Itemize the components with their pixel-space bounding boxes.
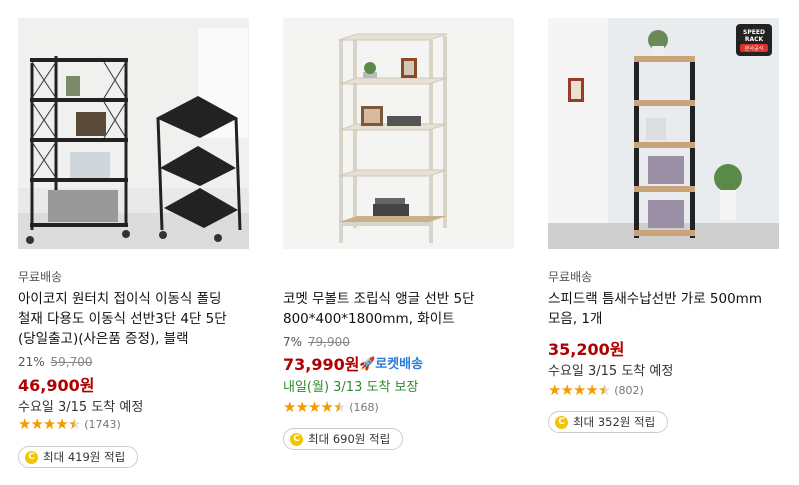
product-card-1[interactable]: 무료배송 아이코지 원터치 접이식 이동식 폴딩 철재 다용도 이동식 선반3단… — [18, 0, 258, 485]
star-half-icon: ★ — [597, 381, 611, 399]
star-icon: ★ — [548, 381, 561, 399]
star-icon: ★ — [295, 398, 308, 416]
product-card-2[interactable]: 코멧 무볼트 조립식 앵글 선반 5단 800*400*1800mm, 화이트 … — [283, 0, 523, 485]
reward-badge: C 최대 352원 적립 — [548, 411, 669, 433]
badge-text: SPEED — [743, 29, 765, 36]
star-half-icon: ★ — [332, 398, 346, 416]
shipping-label: 무료배송 — [548, 270, 593, 284]
badge-text: RACK — [745, 36, 764, 43]
original-price: 59,700 — [50, 355, 93, 369]
star-icon: ★ — [572, 381, 586, 399]
discount-rate: 21% — [18, 355, 45, 369]
rocket-delivery-badge: 🚀로켓배송 — [359, 353, 423, 372]
title-line: 아이코지 원터치 접이식 이동식 폴딩 — [18, 291, 222, 307]
title-line: 스피드랙 틈새수납선반 가로 500mm — [548, 291, 762, 307]
coin-icon: C — [555, 415, 568, 429]
title-line: 코멧 무볼트 조립식 앵글 선반 5단 — [283, 291, 475, 307]
sale-price: 46,900원 — [18, 376, 95, 395]
coin-icon: C — [25, 450, 38, 464]
product-image[interactable] — [283, 18, 514, 249]
product-title[interactable]: 스피드랙 틈새수납선반 가로 500mm 모음, 1개 — [548, 289, 788, 329]
delivery-guarantee: 내일(월) 3/13 도착 보장 — [283, 380, 419, 395]
rating[interactable]: ★ ★ ★ ★ ★ (1743) — [18, 417, 121, 432]
star-icon: ★ — [307, 398, 321, 416]
star-half-icon: ★ — [67, 415, 81, 433]
rocket-label: 로켓배송 — [375, 357, 424, 372]
title-line: 철재 다용도 이동식 선반3단 4단 5단 — [18, 311, 227, 327]
product-title[interactable]: 아이코지 원터치 접이식 이동식 폴딩 철재 다용도 이동식 선반3단 4단 5… — [18, 289, 258, 349]
star-icon: ★ — [585, 381, 598, 399]
original-price: 79,900 — [307, 335, 350, 349]
reward-badge: C 최대 419원 적립 — [18, 446, 139, 468]
discount-rate: 7% — [283, 335, 303, 349]
rating[interactable]: ★ ★ ★ ★ ★ (802) — [548, 383, 644, 398]
badge-text: 본사공식 — [745, 45, 763, 52]
sale-price: 35,200원 — [548, 340, 625, 359]
product-title[interactable]: 코멧 무볼트 조립식 앵글 선반 5단 800*400*1800mm, 화이트 — [283, 289, 523, 329]
reward-text: 최대 352원 적립 — [573, 415, 656, 429]
rocket-icon: 🚀 — [359, 357, 376, 372]
star-icon: ★ — [55, 415, 68, 433]
title-line: 800*400*1800mm, 화이트 — [283, 311, 455, 327]
product-card-3[interactable]: SPEED RACK 본사공식 무료배송 스피드랙 틈새수납선반 가로 500m… — [548, 0, 788, 485]
shipping-label: 무료배송 — [18, 270, 63, 284]
coin-icon: C — [290, 432, 303, 446]
star-icon: ★ — [283, 398, 296, 416]
sale-price: 73,990원 — [283, 355, 360, 374]
rating[interactable]: ★ ★ ★ ★ ★ (168) — [283, 400, 379, 415]
reward-text: 최대 419원 적립 — [43, 450, 126, 464]
star-icon: ★ — [30, 415, 43, 433]
review-count: (168) — [349, 401, 379, 414]
review-count: (802) — [614, 384, 644, 397]
star-icon: ★ — [18, 415, 31, 433]
star-icon: ★ — [42, 415, 56, 433]
product-image[interactable]: SPEED RACK 본사공식 — [548, 18, 779, 249]
product-image[interactable] — [18, 18, 249, 249]
delivery-estimate: 수요일 3/15 도착 예정 — [548, 364, 674, 379]
reward-text: 최대 690원 적립 — [308, 432, 391, 446]
delivery-estimate: 수요일 3/15 도착 예정 — [18, 400, 144, 415]
discount-row: 21% 59,700 — [18, 355, 93, 369]
reward-badge: C 최대 690원 적립 — [283, 428, 404, 450]
discount-row: 7% 79,900 — [283, 335, 350, 349]
star-icon: ★ — [560, 381, 573, 399]
title-line: 모음, 1개 — [548, 311, 603, 327]
title-line: (당일출고)(사은품 증정), 블랙 — [18, 331, 189, 347]
review-count: (1743) — [84, 418, 121, 431]
star-icon: ★ — [320, 398, 333, 416]
